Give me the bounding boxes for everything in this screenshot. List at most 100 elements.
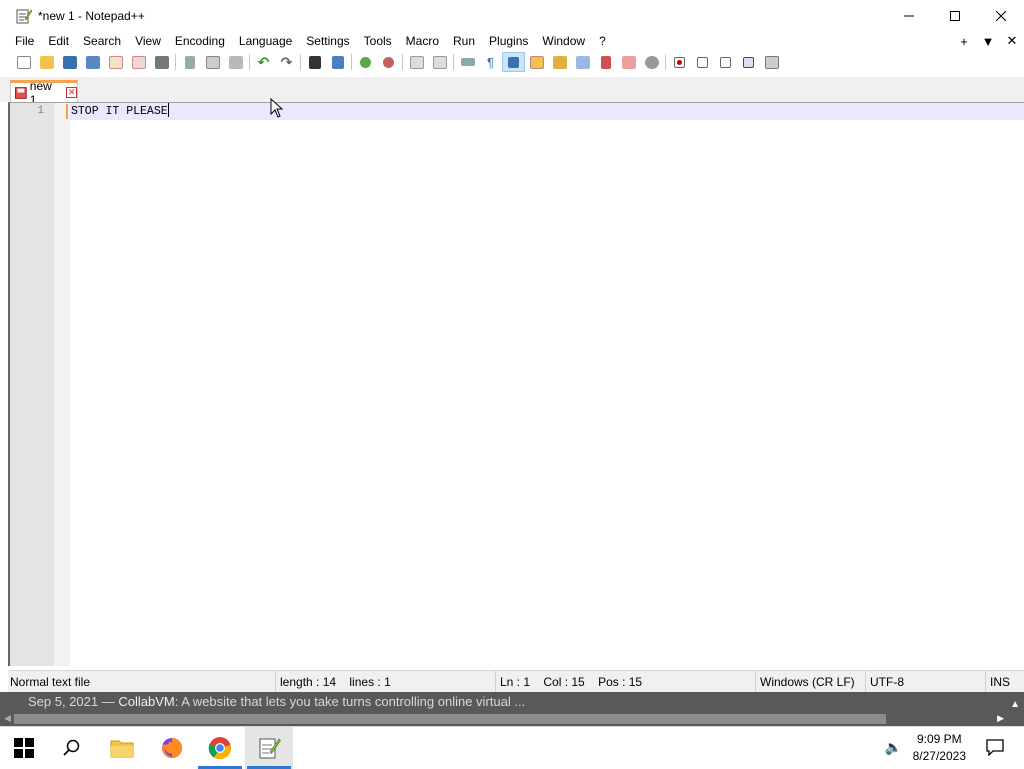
save-all-icon[interactable]	[81, 52, 104, 72]
close-all-icon[interactable]	[127, 52, 150, 72]
user-language-icon[interactable]	[525, 52, 548, 72]
sync-horizontal-icon[interactable]	[428, 52, 451, 72]
menu-run[interactable]: Run	[446, 31, 482, 51]
editor-pane[interactable]: 1 STOP IT PLEASE	[8, 98, 1024, 666]
zoom-in-icon[interactable]	[354, 52, 377, 72]
collabvm-banner[interactable]: Sep 5, 2021 — CollabVM: A website that l…	[0, 692, 1024, 712]
copy-icon[interactable]	[201, 52, 224, 72]
clock-date: 8/27/2023	[912, 749, 966, 763]
scrollbar-thumb[interactable]	[14, 714, 886, 724]
menu-tools[interactable]: Tools	[357, 31, 399, 51]
tab-new-1[interactable]: new 1 ✕	[10, 79, 78, 107]
sync-vertical-icon[interactable]	[405, 52, 428, 72]
save-macro-icon[interactable]	[760, 52, 783, 72]
new-file-icon[interactable]	[12, 52, 35, 72]
open-file-icon[interactable]	[35, 52, 58, 72]
doc-map-icon[interactable]	[548, 52, 571, 72]
paste-icon[interactable]	[224, 52, 247, 72]
mouse-cursor-icon	[270, 98, 284, 118]
clock-time: 9:09 PM	[916, 732, 962, 746]
status-encoding[interactable]: UTF-8	[868, 671, 986, 693]
replace-icon[interactable]	[326, 52, 349, 72]
search-button[interactable]	[48, 727, 96, 769]
scroll-left-icon[interactable]: ◀	[4, 713, 11, 724]
toolbar-separator	[300, 54, 301, 70]
search-icon	[63, 739, 80, 756]
close-document-icon[interactable]: ✕	[1000, 33, 1024, 49]
minimize-button[interactable]	[886, 0, 932, 31]
maximize-button[interactable]	[932, 0, 978, 31]
windows-logo-icon	[14, 738, 34, 758]
volume-icon[interactable]: 🔈	[885, 739, 902, 756]
zoom-out-icon[interactable]	[377, 52, 400, 72]
menu-search[interactable]: Search	[76, 31, 128, 51]
maximize-icon	[950, 10, 960, 21]
menu-plugins[interactable]: Plugins	[482, 31, 535, 51]
notepad-plus-plus-icon	[259, 738, 281, 759]
title-bar: *new 1 - Notepad++	[0, 0, 1024, 31]
status-eol[interactable]: Windows (CR LF)	[758, 671, 866, 693]
scroll-right-icon[interactable]: ▶	[997, 713, 1004, 724]
run-macro-multiple-icon[interactable]	[737, 52, 760, 72]
unsaved-file-icon	[15, 86, 27, 99]
undo-icon[interactable]: ↶	[252, 52, 275, 72]
save-icon[interactable]	[58, 52, 81, 72]
banner-text: : A website that lets you take turns con…	[174, 694, 526, 709]
tab-list-dropdown-icon[interactable]: ▼	[976, 34, 1000, 49]
redo-icon[interactable]: ↷	[275, 52, 298, 72]
toolbar: ↶ ↷ ¶	[0, 51, 1024, 73]
change-history-marker	[66, 104, 68, 119]
start-button[interactable]	[0, 727, 48, 769]
fold-margin[interactable]	[54, 103, 70, 666]
play-macro-icon[interactable]	[714, 52, 737, 72]
minimize-icon	[904, 15, 914, 16]
menu-macro[interactable]: Macro	[399, 31, 446, 51]
find-icon[interactable]	[303, 52, 326, 72]
word-wrap-icon[interactable]	[456, 52, 479, 72]
show-all-chars-icon[interactable]: ¶	[479, 52, 502, 72]
notification-center-button[interactable]	[986, 738, 1004, 759]
print-icon[interactable]	[150, 52, 173, 72]
taskbar-notepad-plus-plus[interactable]	[245, 727, 293, 769]
menu-window[interactable]: Window	[535, 31, 592, 51]
text-caret	[167, 103, 169, 117]
taskbar-firefox[interactable]	[148, 727, 196, 769]
cut-icon[interactable]	[178, 52, 201, 72]
status-file-type: Normal text file	[8, 671, 276, 693]
record-macro-icon[interactable]	[668, 52, 691, 72]
close-window-button[interactable]	[978, 0, 1024, 31]
banner-date: Sep 5, 2021	[28, 694, 99, 709]
status-insert-mode: INS	[990, 675, 1011, 689]
status-position: Ln : 1 Col : 15 Pos : 15	[498, 671, 756, 693]
code-text: STOP IT PLEASE	[71, 105, 168, 118]
close-icon[interactable]	[104, 52, 127, 72]
menu-edit[interactable]: Edit	[41, 31, 76, 51]
toolbar-separator	[249, 54, 250, 70]
menu-encoding[interactable]: Encoding	[168, 31, 232, 51]
menu-language[interactable]: Language	[232, 31, 299, 51]
taskbar-file-explorer[interactable]	[98, 727, 146, 769]
banner-scroll-up-icon[interactable]: ▲	[1010, 695, 1020, 712]
menu-settings[interactable]: Settings	[299, 31, 356, 51]
taskbar-chrome[interactable]	[196, 727, 244, 769]
function-list-icon[interactable]	[594, 52, 617, 72]
notepad-plus-plus-app-icon[interactable]	[16, 8, 33, 24]
stop-macro-icon[interactable]	[691, 52, 714, 72]
menu-help[interactable]: ?	[592, 31, 613, 51]
tab-close-icon[interactable]: ✕	[66, 87, 77, 98]
code-line[interactable]: STOP IT PLEASE	[71, 103, 169, 120]
doc-list-icon[interactable]	[571, 52, 594, 72]
horizontal-scrollbar[interactable]: ◀ ▶	[0, 712, 1024, 726]
folder-workspace-icon[interactable]	[617, 52, 640, 72]
indent-guide-icon[interactable]	[502, 52, 525, 72]
monitoring-icon[interactable]	[640, 52, 663, 72]
menu-file[interactable]: File	[0, 31, 41, 51]
new-tab-plus-icon[interactable]: +	[952, 34, 976, 49]
menu-bar: File Edit Search View Encoding Language …	[0, 31, 1024, 51]
tab-bar: new 1 ✕	[0, 77, 1024, 107]
chrome-icon	[208, 737, 232, 760]
system-clock[interactable]: 9:09 PM 8/27/2023	[913, 731, 966, 765]
close-icon	[996, 10, 1006, 21]
status-length-lines: length : 14 lines : 1	[278, 671, 496, 693]
menu-view[interactable]: View	[128, 31, 168, 51]
